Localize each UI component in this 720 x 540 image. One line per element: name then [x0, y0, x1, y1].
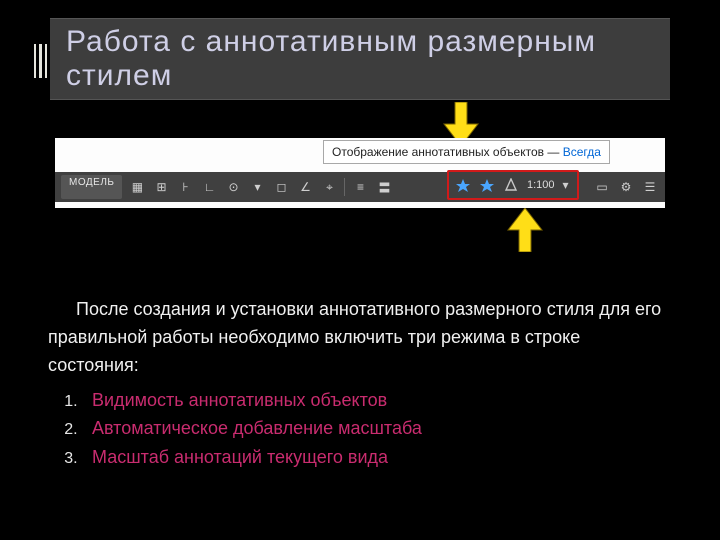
list-item: Видимость аннотативных объектов [82, 386, 672, 415]
chevron-down-icon[interactable]: ▾ [557, 176, 575, 194]
ortho-icon[interactable]: ∟ [200, 178, 218, 196]
intro-paragraph: После создания и установки аннотативного… [48, 296, 672, 380]
annotative-group-highlight: 1:100 ▾ [447, 170, 579, 200]
annotation-scale-label[interactable]: 1:100 [527, 179, 555, 191]
dropdown-icon[interactable]: ▾ [248, 178, 266, 196]
transparency-icon[interactable]: ⌖ [320, 178, 338, 196]
model-space-button[interactable]: МОДЕЛЬ [61, 175, 122, 199]
title-ribbon: Работа с аннотативным размерным стилем [50, 18, 670, 100]
grid-icon[interactable]: ▦ [128, 178, 146, 196]
osnap-icon[interactable]: ◻ [272, 178, 290, 196]
annotation-visibility-icon[interactable] [453, 175, 473, 195]
snap-icon[interactable]: ⊞ [152, 178, 170, 196]
slide-title: Работа с аннотативным размерным стилем [66, 25, 654, 94]
annotation-tooltip: Отображение аннотативных объектов — Всег… [323, 140, 610, 164]
list-item: Масштаб аннотаций текущего вида [82, 443, 672, 472]
lines-icon[interactable]: 〓 [375, 178, 393, 196]
polar-icon[interactable]: ⊙ [224, 178, 242, 196]
lineweight-icon[interactable]: ∠ [296, 178, 314, 196]
annotation-autoscale-icon[interactable] [477, 175, 497, 195]
infer-icon[interactable]: ⊦ [176, 178, 194, 196]
slide-root: Работа с аннотативным размерным стилем О… [0, 0, 720, 540]
tooltip-value: Всегда [563, 145, 601, 159]
workspace-switching-icon[interactable]: ⚙ [617, 178, 635, 196]
annotation-scale-icon[interactable] [501, 175, 521, 195]
statusbar-screenshot: Отображение аннотативных объектов — Всег… [55, 138, 665, 208]
statusbar-right-group: ▭ ⚙ ☰ [587, 172, 659, 202]
layers-icon[interactable]: ≡ [351, 178, 369, 196]
annotation-monitor-icon[interactable]: ▭ [593, 178, 611, 196]
tooltip-label: Отображение аннотативных объектов — [332, 145, 559, 159]
mode-list: Видимость аннотативных объектов Автомати… [48, 386, 672, 472]
separator [344, 178, 345, 196]
customization-icon[interactable]: ☰ [641, 178, 659, 196]
body-text: После создания и установки аннотативного… [48, 296, 672, 472]
list-item: Автоматическое добавление масштаба [82, 414, 672, 443]
arrow-bottom [502, 208, 548, 252]
